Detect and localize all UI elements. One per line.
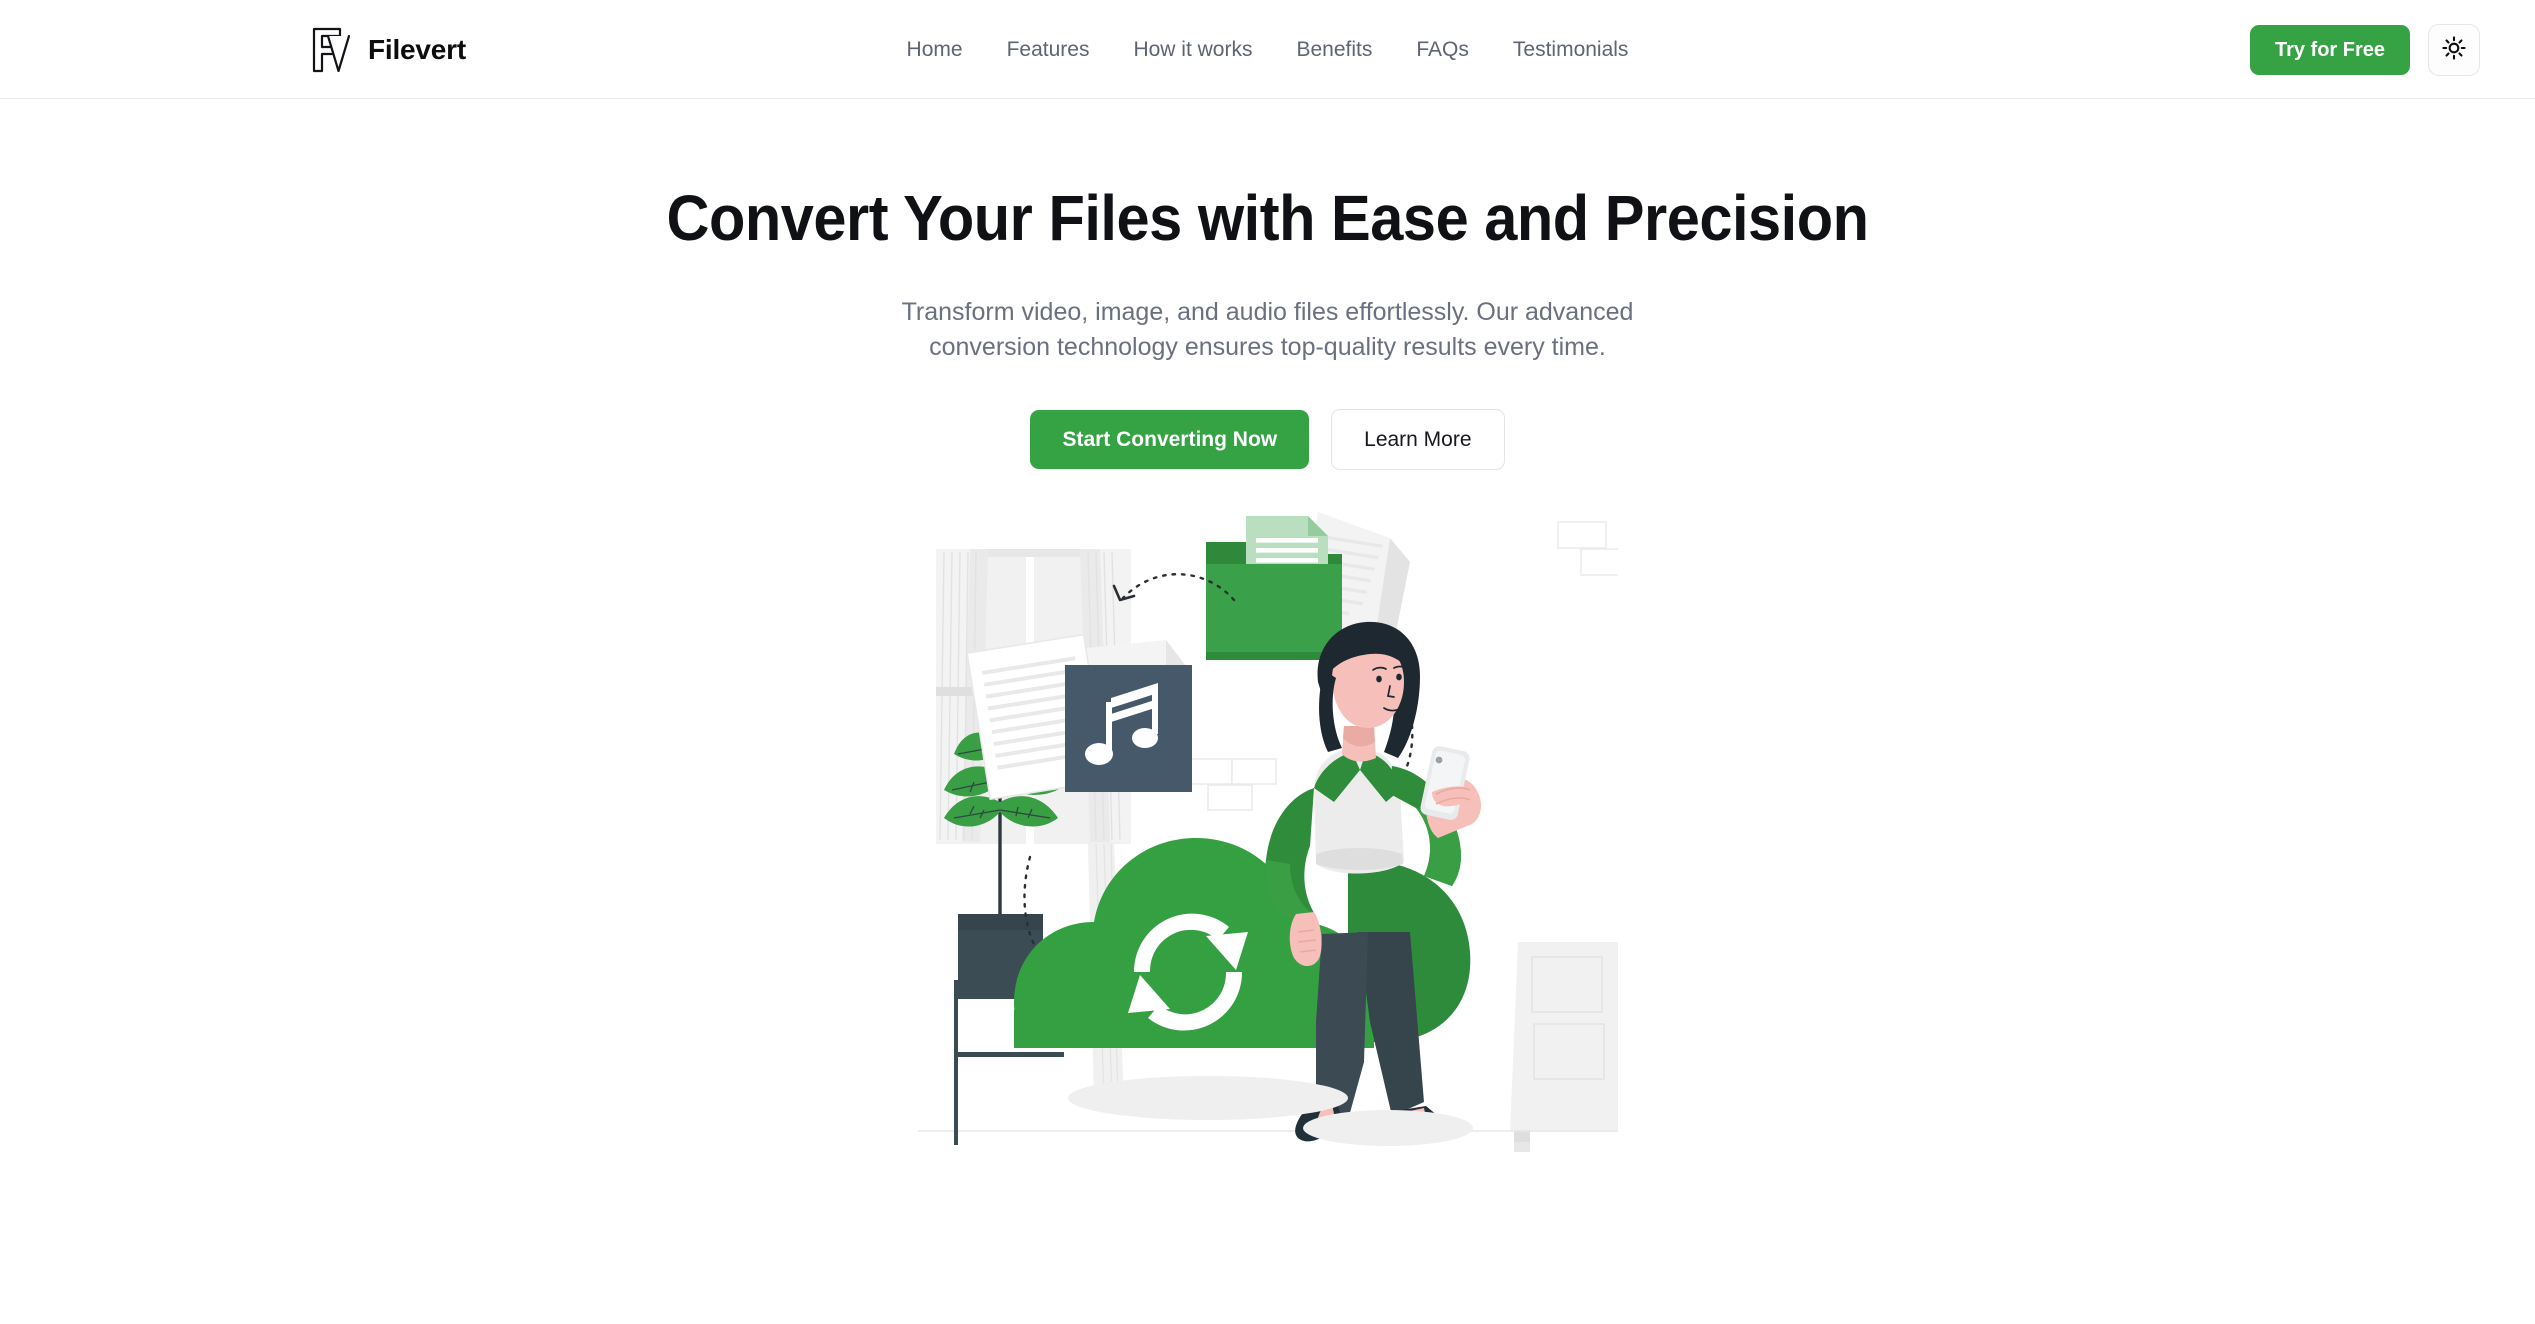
audio-file-card xyxy=(965,633,1192,800)
try-for-free-button[interactable]: Try for Free xyxy=(2249,24,2410,75)
page-title: Convert Your Files with Ease and Precisi… xyxy=(666,182,1869,254)
hero-illustration-wrap xyxy=(0,502,2535,1192)
nav-link-testimonials[interactable]: Testimonials xyxy=(1491,31,1651,68)
header-actions: Try for Free xyxy=(2249,0,2480,99)
nav-link-benefits[interactable]: Benefits xyxy=(1274,31,1394,68)
hero-subtitle: Transform video, image, and audio files … xyxy=(901,297,1634,362)
learn-more-button[interactable]: Learn More xyxy=(1331,408,1505,470)
nav-link-features[interactable]: Features xyxy=(985,31,1112,68)
nav-link-faqs[interactable]: FAQs xyxy=(1394,31,1491,68)
site-header: Filevert Home Features How it works Bene… xyxy=(0,0,2535,99)
hero-section: Convert Your Files with Ease and Precisi… xyxy=(0,99,2535,1192)
file-conversion-illustration xyxy=(917,511,1618,1152)
primary-navigation: Home Features How it works Benefits FAQs… xyxy=(0,0,2535,99)
hero-cta-row: Start Converting Now Learn More xyxy=(0,408,2535,470)
theme-toggle-button[interactable] xyxy=(2428,23,2480,76)
start-converting-button[interactable]: Start Converting Now xyxy=(1030,409,1310,469)
sun-icon xyxy=(2441,35,2467,64)
nav-link-home[interactable]: Home xyxy=(885,31,985,68)
nav-link-how-it-works[interactable]: How it works xyxy=(1111,31,1274,68)
